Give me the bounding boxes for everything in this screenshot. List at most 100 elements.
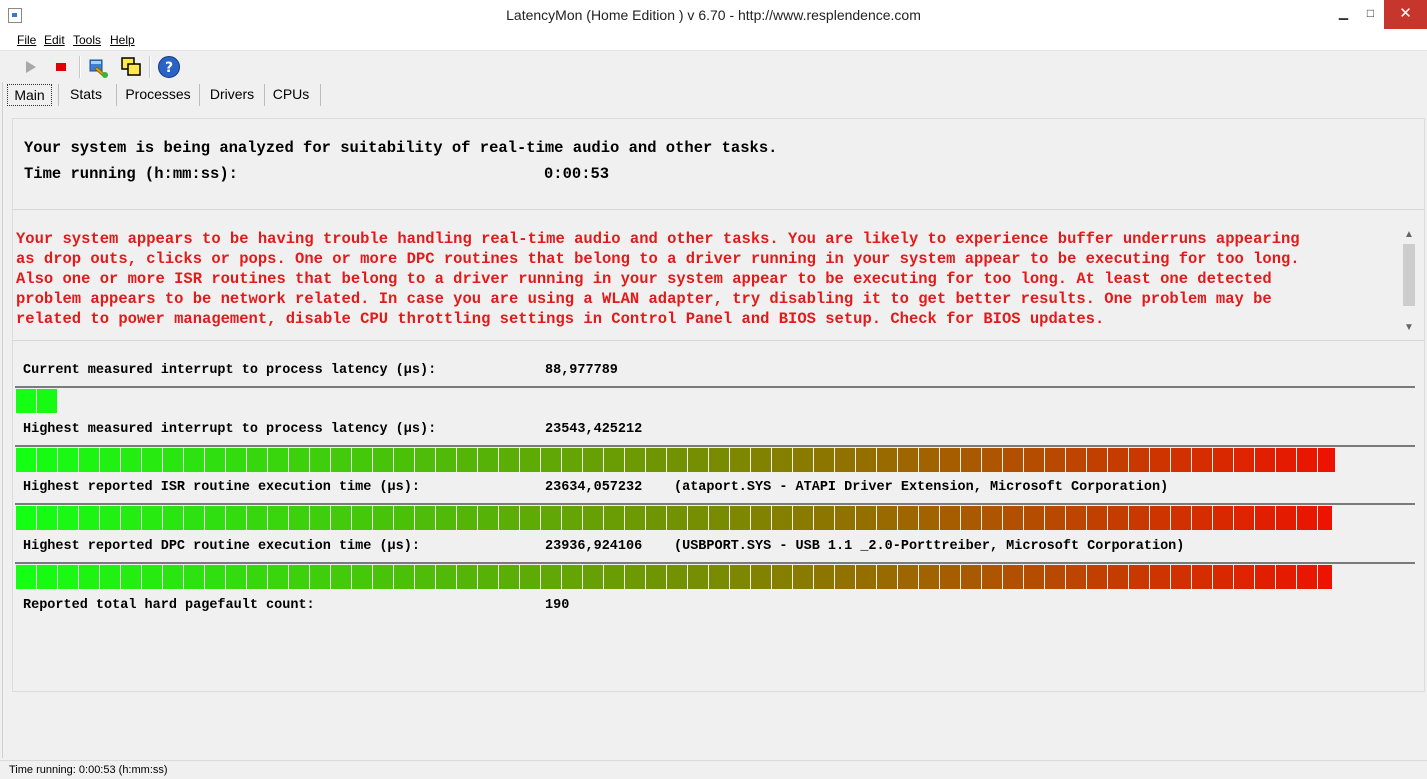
tab-bar: Main Stats Processes Drivers CPUs xyxy=(0,82,1427,106)
window-title: LatencyMon (Home Edition ) v 6.70 - http… xyxy=(506,7,921,23)
bar-segment xyxy=(1087,506,1107,530)
bar-segment xyxy=(919,565,939,589)
bar-segment xyxy=(373,448,393,472)
bar-segment xyxy=(415,448,435,472)
bar-segment xyxy=(184,448,204,472)
bar-segment xyxy=(268,448,288,472)
bar-segment xyxy=(1108,506,1128,530)
help-icon[interactable]: ? xyxy=(157,55,181,79)
bar-segment xyxy=(1024,506,1044,530)
tab-processes[interactable]: Processes xyxy=(122,84,194,104)
bar-segment xyxy=(1003,565,1023,589)
menu-file[interactable]: File xyxy=(17,33,36,47)
bar-segment xyxy=(1066,506,1086,530)
bar-segment xyxy=(1150,565,1170,589)
bar-segment xyxy=(37,389,57,413)
scroll-up-icon[interactable]: ▲ xyxy=(1401,229,1417,240)
bar-segment xyxy=(562,448,582,472)
bar-segment xyxy=(352,565,372,589)
menu-edit[interactable]: Edit xyxy=(44,33,65,47)
bar-segment xyxy=(730,565,750,589)
bar-segment xyxy=(352,448,372,472)
menu-help[interactable]: Help xyxy=(110,33,135,47)
bar-segment xyxy=(541,448,561,472)
bar-segment xyxy=(100,448,120,472)
title-bar: LatencyMon (Home Edition ) v 6.70 - http… xyxy=(0,0,1427,31)
play-icon[interactable] xyxy=(18,55,42,79)
bar-segment xyxy=(709,448,729,472)
bar-segment xyxy=(331,565,351,589)
toolbar-separator xyxy=(79,56,81,78)
bar-segment xyxy=(856,448,876,472)
bar-segment xyxy=(37,448,57,472)
bar-segment xyxy=(751,565,771,589)
tab-cpus[interactable]: CPUs xyxy=(270,84,312,104)
bar-segment xyxy=(1255,565,1275,589)
bar-segment xyxy=(1003,448,1023,472)
bar-segment xyxy=(625,506,645,530)
maximize-button[interactable]: □ xyxy=(1357,0,1384,29)
bar-segment xyxy=(1297,565,1317,589)
bar-segment xyxy=(1171,565,1191,589)
bar-segment xyxy=(856,565,876,589)
bar-segment xyxy=(436,448,456,472)
bar-segment xyxy=(898,506,918,530)
bar-segment xyxy=(121,565,141,589)
bar-segment xyxy=(394,448,414,472)
menu-tools[interactable]: Tools xyxy=(73,33,101,47)
stop-icon[interactable] xyxy=(49,55,73,79)
bar-segment xyxy=(793,565,813,589)
bar-segment xyxy=(1297,448,1317,472)
bar-segment xyxy=(625,448,645,472)
bar-segment xyxy=(1318,448,1335,472)
scroll-down-icon[interactable]: ▼ xyxy=(1401,322,1417,333)
bar-segment xyxy=(268,565,288,589)
bar-segment xyxy=(1255,506,1275,530)
bar-segment xyxy=(688,506,708,530)
bar-segment xyxy=(604,448,624,472)
bar-segment xyxy=(478,506,498,530)
tab-main[interactable]: Main xyxy=(7,84,52,106)
bar-segment xyxy=(940,506,960,530)
bar-segment xyxy=(709,565,729,589)
bar-segment xyxy=(373,565,393,589)
bar-segment xyxy=(58,448,78,472)
scroll-thumb[interactable] xyxy=(1403,244,1415,306)
bar-segment xyxy=(688,448,708,472)
bar-segment xyxy=(1318,506,1332,530)
windows-icon[interactable] xyxy=(119,55,143,79)
bar-segment xyxy=(583,565,603,589)
wrench-icon[interactable] xyxy=(86,55,110,79)
highest-latency-value: 23543,425212 xyxy=(545,422,643,437)
bar-segment xyxy=(331,448,351,472)
bar-segment xyxy=(58,506,78,530)
bar-segment xyxy=(1213,506,1233,530)
bar-segment xyxy=(541,565,561,589)
warning-scrollbar[interactable]: ▲ ▼ xyxy=(1401,229,1417,337)
time-running-value: 0:00:53 xyxy=(544,165,610,183)
bar-segment xyxy=(1171,506,1191,530)
bar-segment xyxy=(1045,565,1065,589)
bar-segment xyxy=(814,506,834,530)
bar-segment xyxy=(1234,448,1254,472)
bar-segment xyxy=(772,506,792,530)
bar-segment xyxy=(646,448,666,472)
highest-latency-bar xyxy=(15,445,1415,473)
bar-segment xyxy=(1066,565,1086,589)
tab-stats[interactable]: Stats xyxy=(64,84,108,104)
toolbar: ? xyxy=(0,51,1427,82)
bar-segment xyxy=(226,565,246,589)
tab-separator xyxy=(58,84,59,106)
tab-drivers[interactable]: Drivers xyxy=(205,84,259,104)
bar-segment xyxy=(835,506,855,530)
bar-segment xyxy=(520,448,540,472)
bar-segment xyxy=(919,448,939,472)
tab-separator xyxy=(199,84,200,106)
bar-segment xyxy=(142,565,162,589)
close-button[interactable]: ✕ xyxy=(1384,0,1427,29)
bar-segment xyxy=(982,565,1002,589)
bar-segment xyxy=(310,565,330,589)
bar-segment xyxy=(37,565,57,589)
bar-segment xyxy=(814,565,834,589)
minimize-button[interactable]: ▁ xyxy=(1330,0,1357,29)
